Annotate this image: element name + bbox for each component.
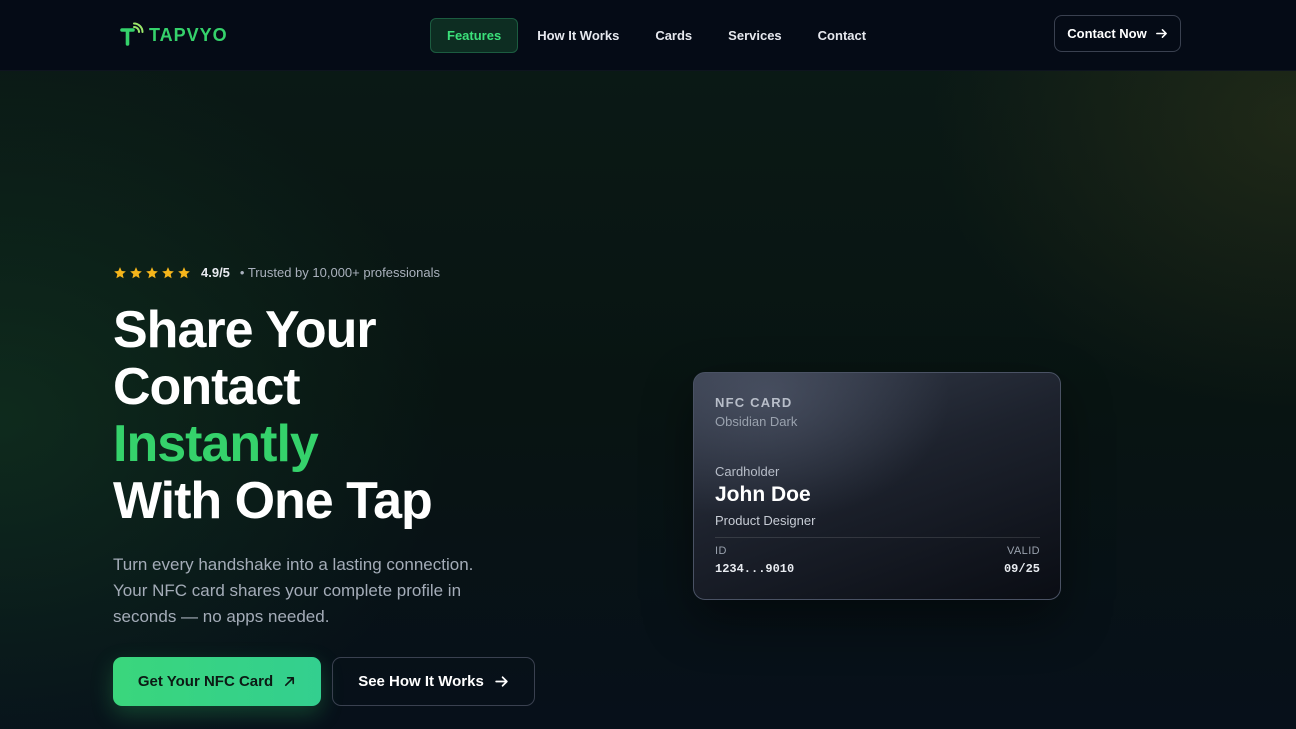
nav-item-how-it-works[interactable]: How It Works [520, 18, 636, 53]
card-divider [715, 537, 1040, 538]
hero-headline: Share Your Contact Instantly With One Ta… [113, 301, 433, 530]
card-id-value: 1234...9010 [715, 562, 795, 576]
contact-now-label: Contact Now [1067, 26, 1147, 41]
get-nfc-card-label: Get Your NFC Card [137, 673, 274, 690]
headline-line-4: With One Tap [113, 472, 433, 530]
see-how-it-works-button[interactable]: See How It Works [332, 657, 535, 706]
star-icon [146, 266, 158, 278]
card-valid-value: 09/25 [1003, 562, 1040, 576]
card-id-label: ID [715, 545, 727, 557]
headline-line-2: Contact [113, 358, 301, 416]
rating-row: 4.9/5 • Trusted by 10,000+ professionals [113, 265, 440, 280]
brand-name: TAPVYO [149, 24, 228, 45]
contact-now-button[interactable]: Contact Now [1054, 15, 1181, 52]
see-how-it-works-label: See How It Works [358, 673, 484, 690]
arrow-right-icon [1155, 28, 1167, 39]
star-icon [130, 266, 142, 278]
star-icon [114, 266, 126, 278]
nav-item-services[interactable]: Services [711, 18, 799, 53]
nav-item-cards[interactable]: Cards [638, 18, 709, 53]
main-nav: Features How It Works Cards Services Con… [430, 18, 885, 53]
nav-item-features[interactable]: Features [430, 18, 519, 53]
cardholder-role: Product Designer [715, 513, 816, 528]
arrow-right-icon [495, 676, 508, 687]
tap-signal-icon [120, 22, 144, 46]
nav-item-contact[interactable]: Contact [801, 18, 883, 53]
rating-value: 4.9/5 [201, 265, 230, 280]
star-icon [178, 266, 190, 278]
get-nfc-card-button[interactable]: Get Your NFC Card [113, 657, 321, 706]
card-type: NFC CARD [715, 395, 793, 410]
card-valid-label: VALID [1007, 545, 1040, 557]
arrow-up-right-icon [285, 676, 295, 687]
star-icon [162, 266, 174, 278]
cardholder-name: John Doe [715, 483, 811, 506]
card-edition: Obsidian Dark [715, 414, 798, 429]
nfc-card-preview: NFC CARD Obsidian Dark Cardholder John D… [693, 372, 1061, 600]
star-rating [113, 266, 191, 280]
trust-text: • Trusted by 10,000+ professionals [239, 265, 440, 280]
headline-line-1: Share Your [113, 301, 377, 359]
hero-subtitle: Turn every handshake into a lasting conn… [113, 555, 474, 626]
brand-logo[interactable]: TAPVYO [119, 22, 228, 48]
site-header: TAPVYO Features How It Works Cards Servi… [0, 0, 1296, 71]
cardholder-label: Cardholder [715, 464, 780, 479]
headline-accent: Instantly [113, 415, 319, 473]
